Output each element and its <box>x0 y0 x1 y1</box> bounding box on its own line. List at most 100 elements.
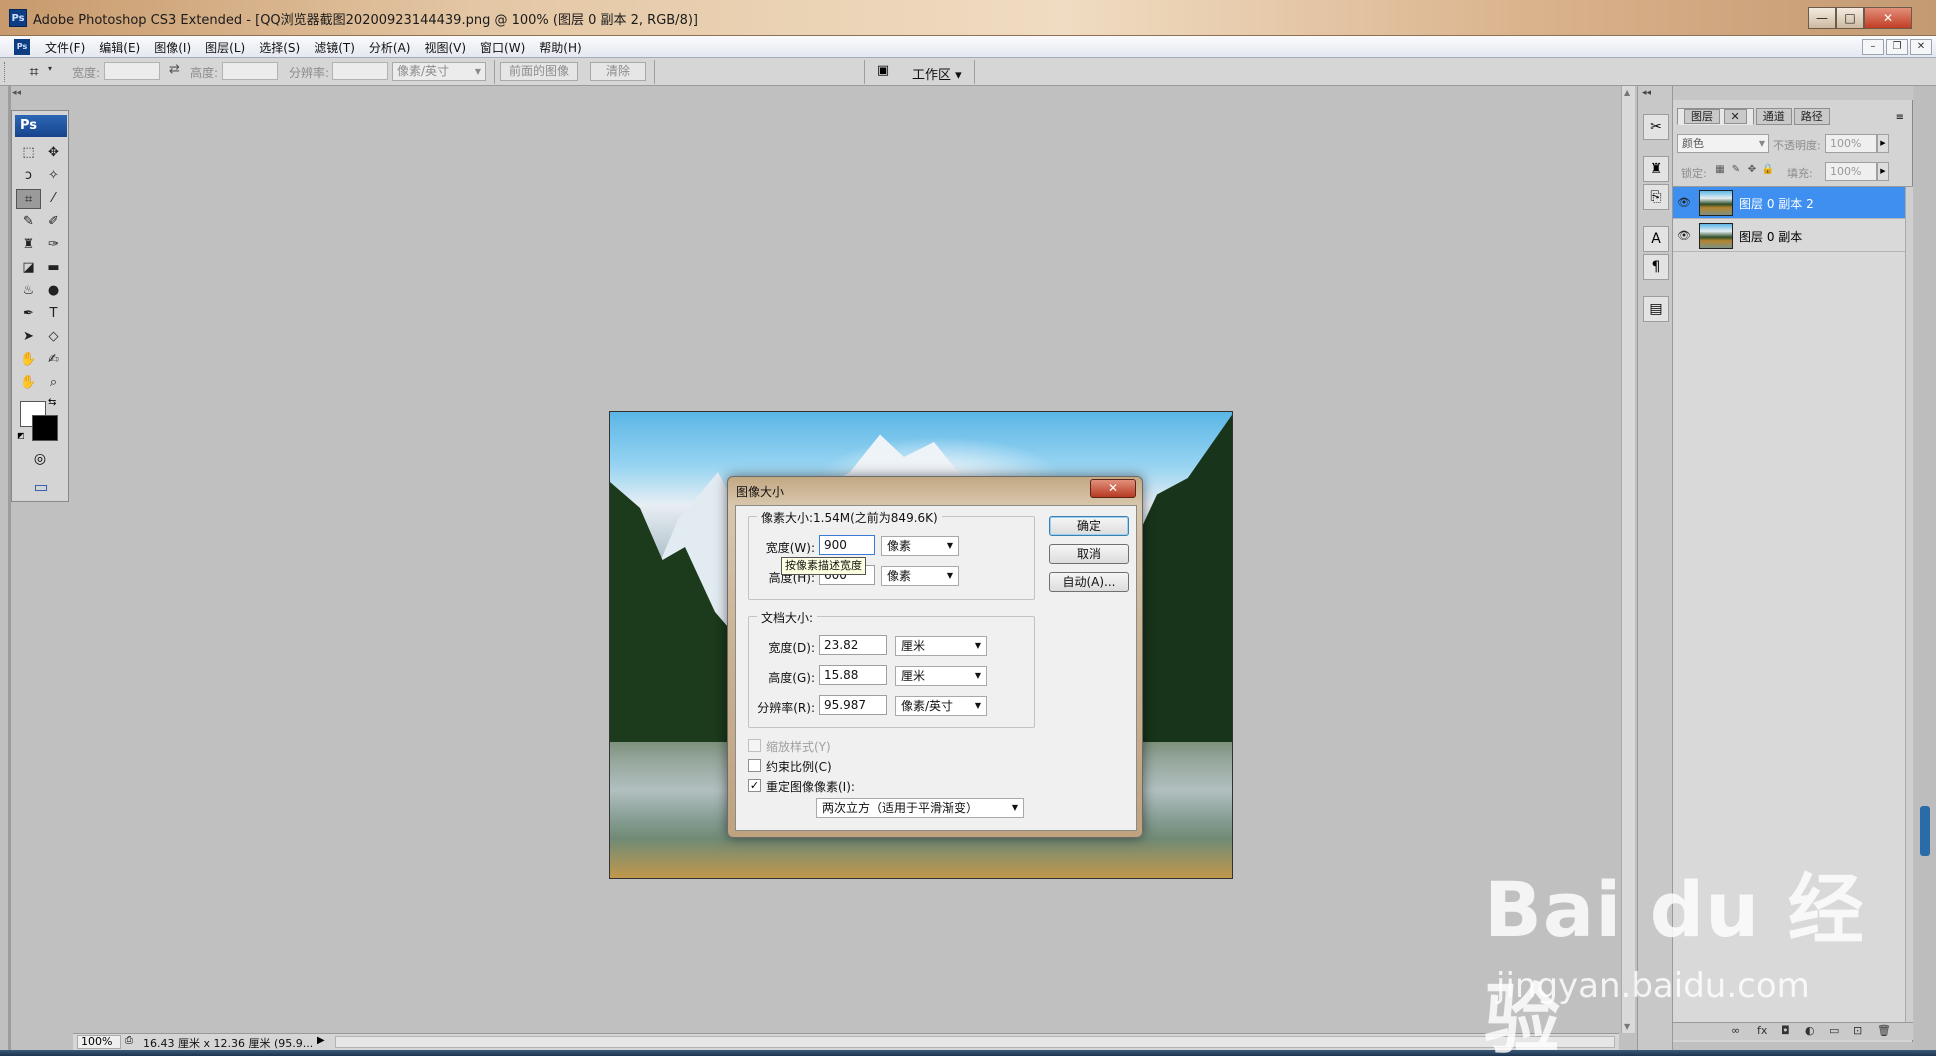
layer-row[interactable]: 👁 图层 0 副本 <box>1673 220 1905 252</box>
pixel-height-unit-select[interactable]: 像素 ▼ <box>881 566 959 586</box>
screen-mode-icon[interactable]: ▭ <box>26 477 56 497</box>
menu-analysis[interactable]: 分析(A) <box>362 39 418 56</box>
clone-stamp-tool-icon[interactable]: ♜ <box>16 235 41 255</box>
hand-tool-icon[interactable]: ✋ <box>16 373 41 393</box>
ok-button[interactable]: 确定 <box>1049 516 1129 536</box>
crop-resolution-input[interactable] <box>332 62 388 80</box>
swap-dimensions-icon[interactable]: ⇄ <box>169 62 180 77</box>
collapse-toolbox-icon[interactable]: ◂◂ <box>12 88 21 98</box>
clone-source-icon[interactable]: ♜ <box>1643 156 1669 182</box>
pen-tool-icon[interactable]: ✒ <box>16 304 41 324</box>
menu-image[interactable]: 图像(I) <box>147 39 198 56</box>
shape-tool-icon[interactable]: ◇ <box>41 327 66 347</box>
bridge-icon[interactable]: ▣ <box>872 63 894 81</box>
quick-mask-icon[interactable]: ◎ <box>28 451 52 469</box>
doc-close-button[interactable]: ✕ <box>1910 39 1932 55</box>
menu-layer[interactable]: 图层(L) <box>198 39 252 56</box>
clear-button[interactable]: 清除 <box>590 62 646 81</box>
fill-input[interactable]: 100% <box>1825 162 1877 181</box>
eyedropper-tool-icon[interactable]: ✍ <box>41 350 66 370</box>
swap-colors-icon[interactable]: ⇆ <box>48 397 56 408</box>
close-button[interactable]: ✕ <box>1864 7 1912 29</box>
status-menu-arrow-icon[interactable]: ▶ <box>317 1035 325 1046</box>
history-brush-tool-icon[interactable]: ✑ <box>41 235 66 255</box>
tab-layers[interactable]: 图层 ✕ <box>1677 108 1754 125</box>
character-icon[interactable]: A <box>1643 226 1669 252</box>
menu-file[interactable]: 文件(F) <box>38 39 92 56</box>
panel-menu-icon[interactable]: ≡ <box>1896 112 1904 123</box>
opacity-input[interactable]: 100% <box>1825 134 1877 153</box>
background-color-swatch[interactable] <box>32 415 58 441</box>
notes-tool-icon[interactable]: ✋ <box>16 350 41 370</box>
doc-height-unit-select[interactable]: 厘米 ▼ <box>895 666 987 686</box>
dodge-tool-icon[interactable]: ● <box>41 281 66 301</box>
scroll-up-icon[interactable]: ▲ <box>1624 88 1630 97</box>
resolution-unit-select[interactable]: 像素/英寸 ▼ <box>392 62 486 81</box>
menu-edit[interactable]: 编辑(E) <box>92 39 147 56</box>
pixel-width-input[interactable]: 900 <box>819 535 875 555</box>
type-tool-icon[interactable]: T <box>41 304 66 324</box>
doc-width-unit-select[interactable]: 厘米 ▼ <box>895 636 987 656</box>
opacity-slider-button[interactable]: ▶ <box>1877 134 1889 153</box>
doc-height-input[interactable]: 15.88 <box>819 665 887 685</box>
lasso-tool-icon[interactable]: ↄ <box>16 166 41 186</box>
gradient-tool-icon[interactable]: ▬ <box>41 258 66 278</box>
layer-row[interactable]: 👁 图层 0 副本 2 <box>1673 187 1905 219</box>
history-icon[interactable]: ⎘ <box>1643 184 1669 210</box>
tool-preset-dropdown-icon[interactable]: ▾ <box>48 64 52 73</box>
options-bar-grip[interactable] <box>4 62 7 82</box>
doc-width-input[interactable]: 23.82 <box>819 635 887 655</box>
blend-mode-select[interactable]: 颜色 ▼ <box>1677 134 1769 153</box>
doc-resolution-input[interactable]: 95.987 <box>819 695 887 715</box>
scale-styles-checkbox[interactable] <box>748 739 761 752</box>
visibility-eye-icon[interactable]: 👁 <box>1677 196 1691 210</box>
tab-paths[interactable]: 路径 <box>1793 108 1830 125</box>
menu-filter[interactable]: 滤镜(T) <box>307 39 362 56</box>
cancel-button[interactable]: 取消 <box>1049 544 1129 564</box>
resample-method-select[interactable]: 两次立方（适用于平滑渐变） ▼ <box>816 798 1024 818</box>
auto-button[interactable]: 自动(A)... <box>1049 572 1129 592</box>
lock-position-icon[interactable]: ✥ <box>1745 164 1759 178</box>
crop-tool-icon[interactable]: ⌗ <box>16 189 41 209</box>
healing-brush-tool-icon[interactable]: ✎ <box>16 212 41 232</box>
lock-all-icon[interactable]: 🔒 <box>1761 164 1775 178</box>
zoom-tool-icon[interactable]: ⌕ <box>41 373 66 393</box>
doc-resolution-unit-select[interactable]: 像素/英寸 ▼ <box>895 696 987 716</box>
zoom-level-input[interactable]: 100% <box>77 1035 121 1049</box>
fill-slider-button[interactable]: ▶ <box>1877 162 1889 181</box>
pixel-width-unit-select[interactable]: 像素 ▼ <box>881 536 959 556</box>
path-selection-tool-icon[interactable]: ➤ <box>16 327 41 347</box>
magic-wand-tool-icon[interactable]: ✧ <box>41 166 66 186</box>
move-tool-icon[interactable]: ✥ <box>41 143 66 163</box>
marquee-tool-icon[interactable]: ⬚ <box>16 143 41 163</box>
visibility-eye-icon[interactable]: 👁 <box>1677 229 1691 243</box>
minimize-button[interactable]: — <box>1808 7 1836 29</box>
default-colors-icon[interactable]: ◩ <box>17 431 25 440</box>
front-image-button[interactable]: 前面的图像 <box>500 62 578 81</box>
layer-comps-icon[interactable]: ▤ <box>1643 296 1669 322</box>
crop-width-input[interactable] <box>104 62 160 80</box>
workspace-menu[interactable]: 工作区 ▾ <box>912 64 962 83</box>
menu-select[interactable]: 选择(S) <box>252 39 307 56</box>
document-horizontal-scrollbar[interactable] <box>335 1036 1615 1048</box>
resample-checkbox[interactable]: ✓ <box>748 779 761 792</box>
dialog-close-button[interactable]: ✕ <box>1090 479 1136 498</box>
close-icon[interactable]: ✕ <box>1723 109 1747 124</box>
constrain-proportions-checkbox[interactable] <box>748 759 761 772</box>
blur-tool-icon[interactable]: ♨ <box>16 281 41 301</box>
tools-preset-icon[interactable]: ✂ <box>1643 114 1669 140</box>
menu-window[interactable]: 窗口(W) <box>473 39 532 56</box>
menu-help[interactable]: 帮助(H) <box>532 39 588 56</box>
crop-height-input[interactable] <box>222 62 278 80</box>
lock-pixels-icon[interactable]: ✎ <box>1729 164 1743 178</box>
brush-tool-icon[interactable]: ✐ <box>41 212 66 232</box>
slice-tool-icon[interactable]: ⁄ <box>41 189 66 209</box>
eraser-tool-icon[interactable]: ◪ <box>16 258 41 278</box>
lock-transparency-icon[interactable]: ▦ <box>1713 164 1727 178</box>
crop-tool-icon[interactable]: ⌗ <box>24 62 44 82</box>
document-icon[interactable]: Ps <box>14 39 30 55</box>
doc-restore-button[interactable]: ❐ <box>1886 39 1908 55</box>
expand-panels-icon[interactable]: ◂◂ <box>1642 88 1651 98</box>
menu-view[interactable]: 视图(V) <box>417 39 473 56</box>
maximize-button[interactable]: □ <box>1836 7 1864 29</box>
